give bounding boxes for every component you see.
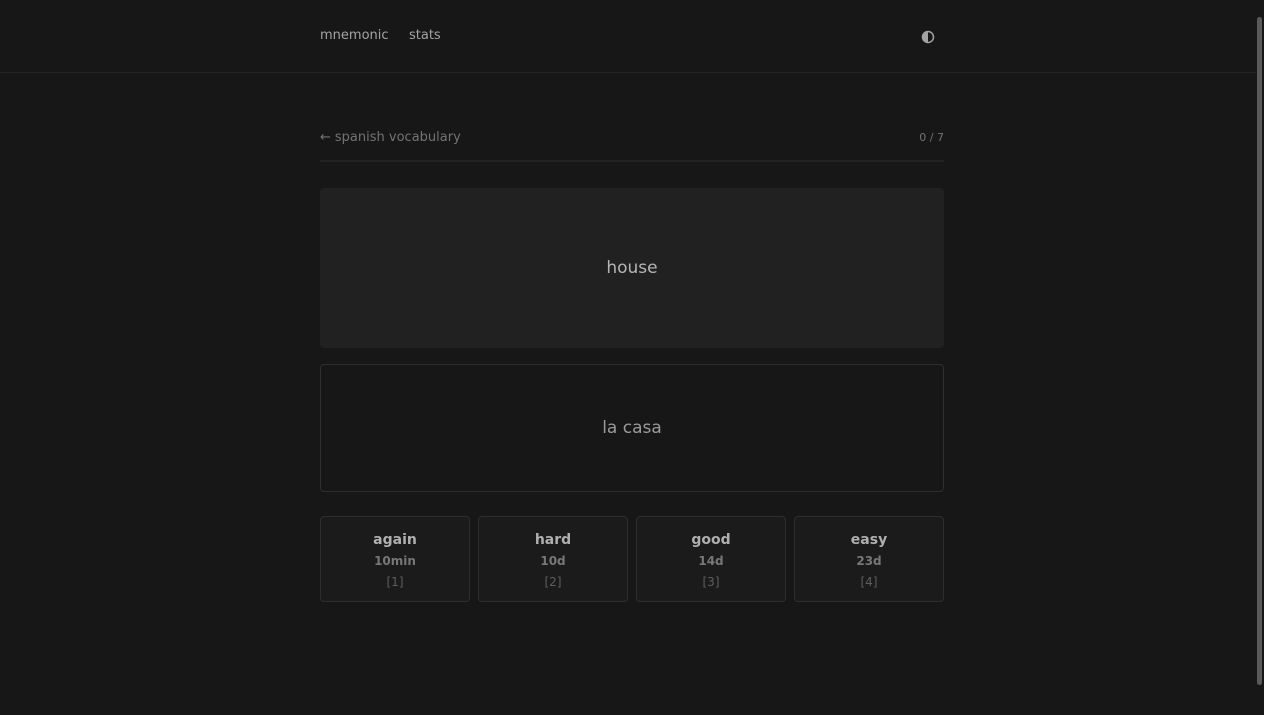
rating-interval: 14d	[698, 554, 724, 568]
stats-link[interactable]: stats	[409, 28, 441, 44]
rate-again-button[interactable]: again 10min [1]	[320, 516, 470, 602]
rating-interval: 10d	[540, 554, 566, 568]
card-front: house	[320, 188, 944, 348]
rating-interval: 10min	[374, 554, 416, 568]
deck-name: spanish vocabulary	[334, 130, 461, 145]
rating-buttons: again 10min [1] hard 10d [2] good 14d [3…	[320, 516, 944, 602]
rating-label: hard	[534, 532, 572, 548]
rate-hard-button[interactable]: hard 10d [2]	[478, 516, 628, 602]
top-navigation-bar: mnemonic stats	[0, 0, 1256, 73]
rating-shortcut: [3]	[702, 575, 720, 589]
deck-header: ← spanish vocabulary 0 / 7	[320, 130, 944, 148]
review-page: mnemonic stats ← spanish vocabulary 0 / 7…	[0, 0, 1264, 715]
half-circle-contrast-icon	[921, 30, 935, 44]
rating-shortcut: [1]	[386, 575, 404, 589]
card-back: la casa	[320, 364, 944, 492]
progress-bar	[320, 160, 944, 162]
rating-label: again	[373, 532, 417, 548]
rating-interval: 23d	[856, 554, 882, 568]
rating-label: good	[691, 532, 731, 548]
brand-home-link[interactable]: mnemonic	[320, 28, 389, 44]
card-front-text: house	[606, 258, 658, 278]
card-back-text: la casa	[602, 418, 662, 438]
rating-shortcut: [4]	[860, 575, 878, 589]
back-to-deck-link[interactable]: ← spanish vocabulary	[320, 130, 461, 146]
rating-label: easy	[850, 532, 888, 548]
rating-shortcut: [2]	[544, 575, 562, 589]
back-arrow-icon: ←	[320, 130, 331, 145]
progress-count: 0 / 7	[919, 131, 944, 144]
theme-toggle-button[interactable]	[920, 29, 936, 45]
rate-easy-button[interactable]: easy 23d [4]	[794, 516, 944, 602]
rate-good-button[interactable]: good 14d [3]	[636, 516, 786, 602]
scrollbar-thumb[interactable]	[1257, 17, 1262, 685]
